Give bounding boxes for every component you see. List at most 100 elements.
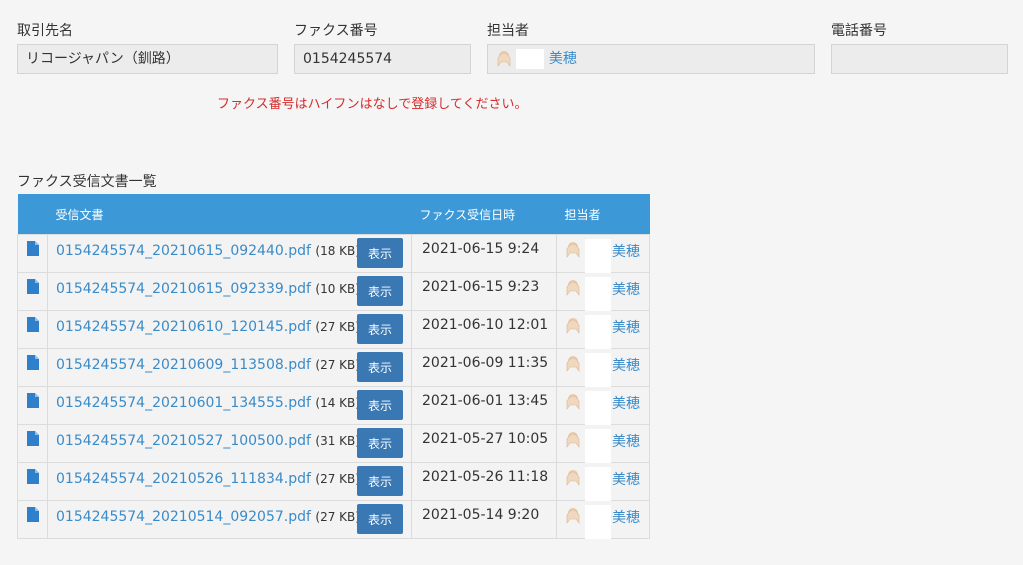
redacted-name xyxy=(585,353,611,387)
owner-cell: 美穂 xyxy=(556,272,650,311)
doc-icon-cell xyxy=(17,424,48,463)
view-button[interactable]: 表示 xyxy=(357,276,403,306)
user-avatar-icon xyxy=(565,469,581,487)
file-cell: 0154245574_20210610_120145.pdf (27 KB) 表… xyxy=(47,310,412,349)
doc-icon-cell xyxy=(17,386,48,425)
owner-field[interactable]: 美穂 xyxy=(487,44,815,74)
received-datetime: 2021-06-15 9:23 xyxy=(422,279,540,295)
partner-label: 取引先名 xyxy=(17,23,73,39)
owner-name-link[interactable]: 美穂 xyxy=(549,51,577,67)
file-document-icon xyxy=(26,431,39,450)
header-document[interactable]: 受信文書 xyxy=(47,194,412,235)
owner-name-link[interactable]: 美穂 xyxy=(612,393,640,413)
file-cell: 0154245574_20210527_100500.pdf (31 KB) 表… xyxy=(47,424,412,463)
user-avatar-icon xyxy=(565,241,581,259)
received-datetime-cell: 2021-06-15 9:24 xyxy=(411,234,557,273)
owner-name-link[interactable]: 美穂 xyxy=(612,507,640,527)
received-datetime: 2021-06-15 9:24 xyxy=(422,241,540,257)
received-datetime: 2021-06-10 12:01 xyxy=(422,317,549,333)
file-cell: 0154245574_20210615_092339.pdf (10 KB) 表… xyxy=(47,272,412,311)
owner-name-link[interactable]: 美穂 xyxy=(612,355,640,375)
user-avatar-icon xyxy=(565,279,581,297)
doc-icon-cell xyxy=(17,462,48,501)
file-link[interactable]: 0154245574_20210527_100500.pdf xyxy=(56,433,311,449)
header-icon-col xyxy=(17,194,48,235)
file-document-icon xyxy=(26,393,39,412)
file-size: (27 KB) xyxy=(315,358,360,372)
view-button[interactable]: 表示 xyxy=(357,352,403,382)
file-document-icon xyxy=(26,279,39,298)
user-avatar-icon xyxy=(496,50,512,68)
redacted-name xyxy=(585,239,611,273)
fax-number-field[interactable]: 0154245574 xyxy=(294,44,471,74)
received-datetime: 2021-05-27 10:05 xyxy=(422,431,549,447)
file-document-icon xyxy=(26,241,39,260)
file-size: (27 KB) xyxy=(315,510,360,524)
table-row: 0154245574_20210615_092440.pdf (18 KB) 表… xyxy=(17,234,650,273)
table-header-row: 受信文書 ファクス受信日時 担当者 xyxy=(17,194,650,235)
table-row: 0154245574_20210601_134555.pdf (14 KB) 表… xyxy=(17,386,650,425)
owner-name-link[interactable]: 美穂 xyxy=(612,431,640,451)
owner-name-link[interactable]: 美穂 xyxy=(612,469,640,489)
fax-number-value: 0154245574 xyxy=(303,51,393,67)
owner-cell: 美穂 xyxy=(556,500,650,539)
fax-document-table: 受信文書 ファクス受信日時 担当者 0154245574_20210615_09… xyxy=(17,194,650,539)
table-row: 0154245574_20210610_120145.pdf (27 KB) 表… xyxy=(17,310,650,349)
file-document-icon xyxy=(26,355,39,374)
partner-value: リコージャパン（釧路） xyxy=(26,51,180,67)
phone-label: 電話番号 xyxy=(831,23,887,39)
file-link[interactable]: 0154245574_20210609_113508.pdf xyxy=(56,357,311,373)
user-avatar-icon xyxy=(565,507,581,525)
received-datetime-cell: 2021-06-01 13:45 xyxy=(411,386,557,425)
doc-icon-cell xyxy=(17,272,48,311)
redacted-name xyxy=(585,429,611,463)
file-cell: 0154245574_20210514_092057.pdf (27 KB) 表… xyxy=(47,500,412,539)
view-button[interactable]: 表示 xyxy=(357,238,403,268)
user-avatar-icon xyxy=(565,431,581,449)
file-link[interactable]: 0154245574_20210615_092440.pdf xyxy=(56,243,311,259)
view-button[interactable]: 表示 xyxy=(357,504,403,534)
owner-cell: 美穂 xyxy=(556,234,650,273)
user-avatar-icon xyxy=(565,393,581,411)
table-body: 0154245574_20210615_092440.pdf (18 KB) 表… xyxy=(17,234,650,539)
file-size: (18 KB) xyxy=(315,244,360,258)
file-document-icon xyxy=(26,469,39,488)
received-datetime-cell: 2021-05-27 10:05 xyxy=(411,424,557,463)
view-button[interactable]: 表示 xyxy=(357,314,403,344)
table-row: 0154245574_20210609_113508.pdf (27 KB) 表… xyxy=(17,348,650,387)
view-button[interactable]: 表示 xyxy=(357,428,403,458)
redacted-name xyxy=(585,391,611,425)
file-link[interactable]: 0154245574_20210615_092339.pdf xyxy=(56,281,311,297)
owner-name-link[interactable]: 美穂 xyxy=(612,279,640,299)
owner-name-link[interactable]: 美穂 xyxy=(612,317,640,337)
redacted-name xyxy=(585,467,611,501)
fax-format-warning: ファクス番号はハイフンはなしで登録してください。 xyxy=(217,97,528,112)
file-document-icon xyxy=(26,317,39,336)
header-owner[interactable]: 担当者 xyxy=(556,194,650,235)
owner-cell: 美穂 xyxy=(556,386,650,425)
redacted-name xyxy=(516,49,545,69)
doc-icon-cell xyxy=(17,348,48,387)
owner-cell: 美穂 xyxy=(556,424,650,463)
table-row: 0154245574_20210526_111834.pdf (27 KB) 表… xyxy=(17,462,650,501)
received-datetime-cell: 2021-06-09 11:35 xyxy=(411,348,557,387)
owner-cell: 美穂 xyxy=(556,348,650,387)
file-size: (31 KB) xyxy=(315,434,360,448)
doc-icon-cell xyxy=(17,234,48,273)
file-link[interactable]: 0154245574_20210526_111834.pdf xyxy=(56,471,311,487)
partner-field[interactable]: リコージャパン（釧路） xyxy=(17,44,278,74)
doc-icon-cell xyxy=(17,310,48,349)
view-button[interactable]: 表示 xyxy=(357,466,403,496)
file-cell: 0154245574_20210601_134555.pdf (14 KB) 表… xyxy=(47,386,412,425)
received-datetime-cell: 2021-06-15 9:23 xyxy=(411,272,557,311)
header-received-datetime[interactable]: ファクス受信日時 xyxy=(411,194,557,235)
view-button[interactable]: 表示 xyxy=(357,390,403,420)
file-size: (10 KB) xyxy=(315,282,360,296)
file-link[interactable]: 0154245574_20210610_120145.pdf xyxy=(56,319,311,335)
file-link[interactable]: 0154245574_20210514_092057.pdf xyxy=(56,509,311,525)
owner-name-link[interactable]: 美穂 xyxy=(612,241,640,261)
file-link[interactable]: 0154245574_20210601_134555.pdf xyxy=(56,395,311,411)
table-row: 0154245574_20210615_092339.pdf (10 KB) 表… xyxy=(17,272,650,311)
owner-cell: 美穂 xyxy=(556,462,650,501)
phone-field[interactable] xyxy=(831,44,1008,74)
